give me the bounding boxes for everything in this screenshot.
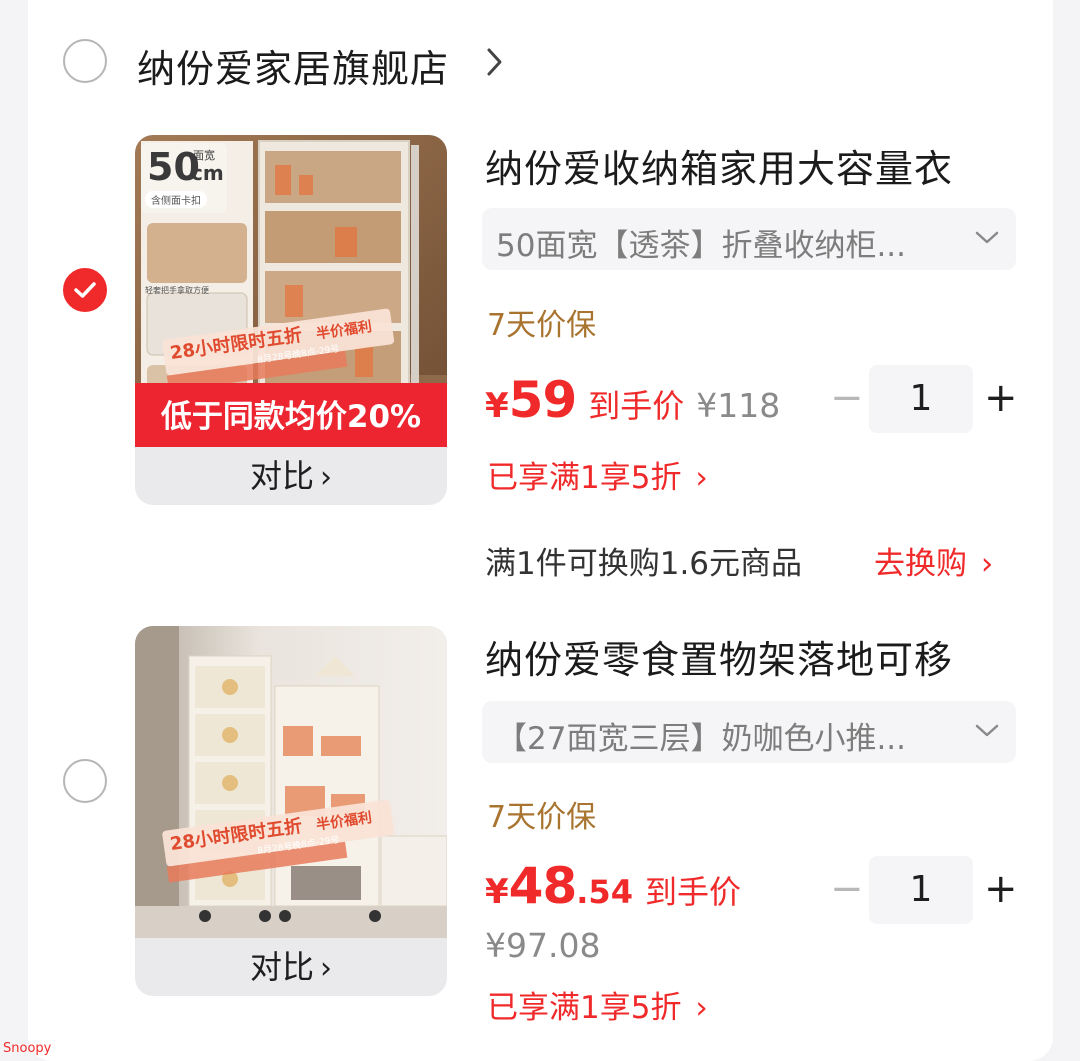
chevron-right-icon: › <box>695 990 708 1026</box>
price-guarantee-label: 7天价保 <box>487 800 597 835</box>
store-select-radio[interactable] <box>63 39 107 83</box>
spec-selector[interactable]: 【27面宽三层】奶咖色小推... <box>482 701 1016 763</box>
exchange-button-label: 去换购 <box>874 546 967 582</box>
spec-selector[interactable]: 50面宽【透茶】折叠收纳柜... <box>482 208 1016 270</box>
discount-promo-link[interactable]: 已享满1享5折 › <box>487 982 708 1027</box>
discount-promo-link[interactable]: 已享满1享5折 › <box>487 452 708 497</box>
spec-text: 50面宽【透茶】折叠收纳柜... <box>496 228 907 264</box>
watermark: Snoopy <box>3 1041 52 1056</box>
item-select-radio[interactable] <box>63 759 107 803</box>
image-price-banner: 低于同款均价20% <box>160 399 422 435</box>
quantity-increase-button[interactable]: + <box>984 866 1018 912</box>
compare-button[interactable]: 对比 › <box>135 938 447 996</box>
chevron-right-icon: › <box>320 951 332 986</box>
original-price: ¥97.08 <box>485 926 601 965</box>
price-row: ¥59 到手价 ¥118 <box>485 371 780 429</box>
compare-label: 对比 <box>249 948 314 986</box>
item-select-radio-checked[interactable] <box>63 268 107 312</box>
chevron-right-icon: › <box>320 460 332 495</box>
image-width-badge-cm: cm <box>191 161 224 185</box>
product-image-card[interactable]: 50 面宽 cm 含侧面卡扣 轻奢把手拿取方便 28小时限时五折 半价福利 8月… <box>135 135 447 505</box>
price-symbol: ¥ <box>485 386 509 426</box>
product-title[interactable]: 纳份爱零食置物架落地可移 <box>485 629 953 684</box>
product-image-snack-shelf[interactable] <box>135 626 447 938</box>
original-price: ¥118 <box>696 386 781 425</box>
final-price-label: 到手价 <box>588 387 685 425</box>
chevron-right-icon[interactable] <box>486 46 504 82</box>
chevron-right-icon: › <box>980 546 994 582</box>
image-side-note-2: 轻奢把手拿取方便 <box>145 286 209 295</box>
product-image-card[interactable]: 28小时限时五折 半价福利 8月28号晚8点-29号 对比 › <box>135 626 447 996</box>
spec-text: 【27面宽三层】奶咖色小推... <box>496 721 907 757</box>
price-guarantee-label: 7天价保 <box>487 308 597 343</box>
quantity-decrease-button[interactable]: − <box>830 866 864 912</box>
store-name[interactable]: 纳份爱家居旗舰店 <box>137 38 449 93</box>
quantity-decrease-button[interactable]: − <box>830 375 864 421</box>
chevron-right-icon: › <box>695 460 708 496</box>
image-side-note: 含侧面卡扣 <box>145 191 207 208</box>
product-title[interactable]: 纳份爱收纳箱家用大容量衣 <box>485 138 953 193</box>
compare-label: 对比 <box>249 457 314 495</box>
price-symbol: ¥ <box>485 872 509 912</box>
quantity-increase-button[interactable]: + <box>984 375 1018 421</box>
final-price-label: 到手价 <box>644 873 741 911</box>
discount-promo-text: 已享满1享5折 <box>487 460 682 496</box>
discount-promo-text: 已享满1享5折 <box>487 990 682 1026</box>
price-integer: 59 <box>508 371 578 429</box>
quantity-value[interactable]: 1 <box>869 365 973 433</box>
exchange-button[interactable]: 去换购 › <box>874 538 993 583</box>
quantity-value[interactable]: 1 <box>869 856 973 924</box>
exchange-offer-text: 满1件可换购1.6元商品 <box>485 546 803 582</box>
price-integer: 48 <box>508 857 578 915</box>
compare-button[interactable]: 对比 › <box>135 447 447 505</box>
price-row: ¥48.54 到手价 <box>485 857 741 915</box>
price-decimal: .54 <box>576 873 633 911</box>
